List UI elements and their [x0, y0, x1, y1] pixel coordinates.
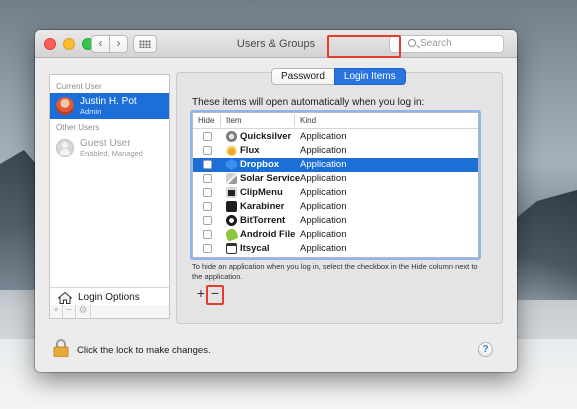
item-name: Solar Service [240, 173, 301, 184]
hide-checkbox[interactable] [203, 244, 212, 253]
table-header: Hide Item Kind [193, 113, 478, 129]
login-items-table[interactable]: Hide Item Kind Quicksilver Application F… [192, 112, 479, 258]
user-role: Admin [80, 107, 102, 116]
user-role: Enabled, Managed [80, 149, 143, 158]
remove-user-button[interactable]: − [63, 305, 76, 318]
user-row-guest[interactable]: Guest User Enabled, Managed [50, 135, 169, 161]
search-icon [408, 39, 416, 47]
hide-checkbox[interactable] [203, 160, 212, 169]
lock-icon[interactable] [53, 339, 69, 357]
login-options-item[interactable]: Login Options [50, 287, 169, 307]
hide-checkbox[interactable] [203, 174, 212, 183]
dropbox-icon [226, 159, 237, 170]
tab-login-items[interactable]: Login Items [333, 68, 406, 85]
tab-bar: Password Login Items [271, 68, 406, 85]
tab-password[interactable]: Password [271, 68, 334, 85]
hide-checkbox[interactable] [203, 202, 212, 211]
add-user-button[interactable]: + [50, 305, 63, 318]
column-header-kind[interactable]: Kind [300, 116, 316, 125]
item-kind: Application [300, 159, 347, 170]
karabiner-icon [226, 201, 237, 212]
user-name: Guest User [80, 138, 131, 149]
hide-hint: To hide an application when you log in, … [192, 262, 478, 281]
table-row[interactable]: Android File Application [193, 227, 478, 242]
house-icon [58, 292, 72, 304]
column-header-hide[interactable]: Hide [198, 116, 214, 125]
column-divider [220, 115, 221, 127]
annotation-highlight [327, 35, 401, 58]
sidebar-toolbar: + − ⚙ [49, 305, 170, 319]
table-row[interactable]: ClipMenu Application [193, 186, 478, 200]
table-row[interactable]: Karabiner Application [193, 200, 478, 214]
item-kind: Application [300, 131, 347, 142]
item-kind: Application [300, 229, 347, 240]
table-row[interactable]: Itsycal Application [193, 242, 478, 256]
hide-checkbox[interactable] [203, 132, 212, 141]
help-button[interactable]: ? [478, 342, 493, 357]
other-users-heading: Other Users [56, 123, 100, 132]
flux-icon [226, 145, 237, 156]
itsycal-icon [226, 243, 237, 254]
item-name: Quicksilver [240, 131, 292, 142]
item-name: Flux [240, 145, 260, 156]
item-name: ClipMenu [240, 187, 283, 198]
annotation-highlight [206, 285, 224, 305]
table-row[interactable]: Solar Service Application [193, 172, 478, 186]
item-kind: Application [300, 145, 347, 156]
lock-message: Click the lock to make changes. [77, 345, 211, 356]
title-bar: ‹ › Users & Groups Search [35, 30, 517, 58]
guest-avatar-icon [56, 139, 74, 157]
item-kind: Application [300, 173, 347, 184]
item-kind: Application [300, 243, 347, 254]
user-name: Justin H. Pot [80, 96, 137, 107]
item-name: Karabiner [240, 201, 285, 212]
item-name: BitTorrent [240, 215, 286, 226]
hide-checkbox[interactable] [203, 146, 212, 155]
hide-checkbox[interactable] [203, 230, 212, 239]
hide-checkbox[interactable] [203, 188, 212, 197]
column-divider [294, 115, 295, 127]
table-row[interactable]: Quicksilver Application [193, 130, 478, 144]
table-row[interactable]: Flux Application [193, 144, 478, 158]
user-row-justin[interactable]: Justin H. Pot Admin [50, 93, 169, 119]
bittorrent-icon [226, 215, 237, 226]
android-file-icon [224, 227, 239, 242]
login-options-label: Login Options [78, 292, 140, 303]
login-items-intro: These items will open automatically when… [192, 97, 425, 108]
avatar [56, 97, 74, 115]
hide-checkbox[interactable] [203, 216, 212, 225]
item-name: Itsycal [240, 243, 270, 254]
item-name: Android File [240, 229, 296, 240]
table-row[interactable]: BitTorrent Application [193, 214, 478, 228]
quicksilver-icon [226, 131, 237, 142]
item-kind: Application [300, 201, 347, 212]
table-row[interactable]: Dropbox Application [193, 158, 478, 172]
users-sidebar: Current User Justin H. Pot Admin Other U… [49, 74, 170, 317]
item-kind: Application [300, 215, 347, 226]
solar-service-icon [226, 173, 237, 184]
current-user-heading: Current User [56, 82, 102, 91]
item-kind: Application [300, 187, 347, 198]
gear-icon[interactable]: ⚙ [76, 305, 91, 318]
search-field[interactable]: Search [389, 35, 504, 53]
clipmenu-icon [226, 187, 237, 198]
item-name: Dropbox [240, 159, 280, 170]
column-header-item[interactable]: Item [226, 116, 242, 125]
